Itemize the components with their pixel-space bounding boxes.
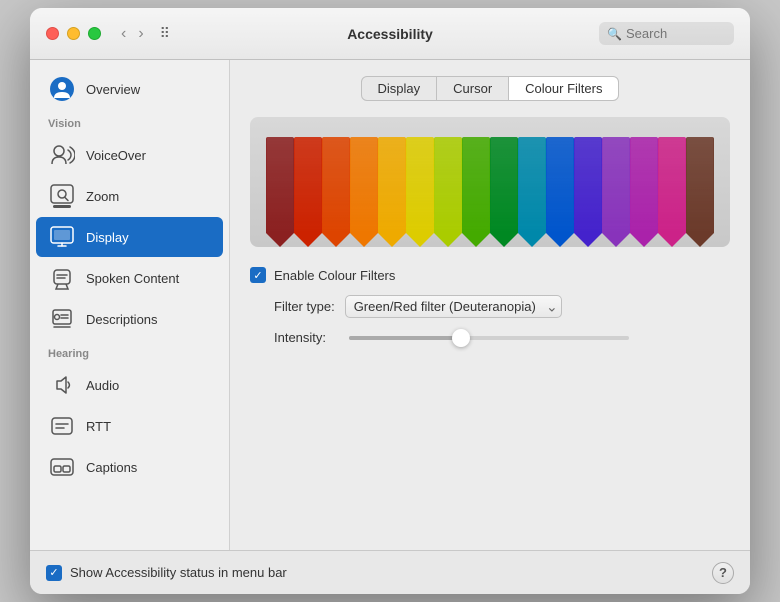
help-button[interactable]: ?	[712, 562, 734, 584]
sidebar-item-zoom[interactable]: Zoom	[36, 176, 223, 216]
tab-cursor[interactable]: Cursor	[436, 76, 509, 101]
forward-button[interactable]: ›	[134, 23, 147, 45]
pencil	[294, 137, 322, 247]
sidebar-item-label: VoiceOver	[86, 148, 146, 163]
search-input[interactable]	[626, 26, 726, 41]
minimize-button[interactable]	[67, 27, 80, 40]
pencil	[350, 137, 378, 247]
sidebar-item-overview[interactable]: Overview	[36, 69, 223, 109]
nav-buttons: ‹ ›	[117, 23, 148, 45]
rtt-icon	[48, 412, 76, 440]
enable-filter-row: ✓ Enable Colour Filters	[250, 267, 730, 283]
traffic-lights	[46, 27, 101, 40]
captions-icon	[48, 453, 76, 481]
sidebar-item-rtt[interactable]: RTT	[36, 406, 223, 446]
sidebar-item-voiceover[interactable]: VoiceOver	[36, 135, 223, 175]
pencils-container	[266, 127, 714, 247]
intensity-slider-track[interactable]	[349, 336, 629, 340]
sidebar-item-captions[interactable]: Captions	[36, 447, 223, 487]
pencil	[406, 137, 434, 247]
pencil	[658, 137, 686, 247]
sidebar-item-descriptions[interactable]: Descriptions	[36, 299, 223, 339]
pencil	[686, 137, 714, 247]
pencil	[546, 137, 574, 247]
intensity-slider-fill	[349, 336, 461, 340]
window-title: Accessibility	[347, 26, 433, 42]
pencil	[462, 137, 490, 247]
filter-section: ✓ Enable Colour Filters Filter type: Gre…	[250, 267, 730, 345]
display-icon	[48, 223, 76, 251]
statusbar: ✓ Show Accessibility status in menu bar …	[30, 550, 750, 594]
pencil	[266, 137, 294, 247]
search-icon: 🔍	[607, 27, 622, 41]
sidebar-item-spoken-content[interactable]: Spoken Content	[36, 258, 223, 298]
pencil	[434, 137, 462, 247]
show-status-label: Show Accessibility status in menu bar	[70, 565, 287, 580]
voiceover-icon	[48, 141, 76, 169]
sidebar-item-label: Zoom	[86, 189, 119, 204]
filter-type-select-wrapper: Green/Red filter (Deuteranopia)Red/Green…	[345, 295, 562, 318]
titlebar: ‹ › ⠿ Accessibility 🔍	[30, 8, 750, 60]
pencil	[378, 137, 406, 247]
pencil	[322, 137, 350, 247]
pencil	[602, 137, 630, 247]
sidebar: Overview Vision VoiceOver	[30, 60, 230, 550]
enable-checkbox[interactable]: ✓	[250, 267, 266, 283]
hearing-header: Hearing	[30, 340, 229, 364]
pencil	[518, 137, 546, 247]
intensity-slider-thumb[interactable]	[452, 329, 470, 347]
content-area: Overview Vision VoiceOver	[30, 60, 750, 550]
close-button[interactable]	[46, 27, 59, 40]
pencil-display	[250, 117, 730, 247]
pencil	[490, 137, 518, 247]
filter-type-row: Filter type: Green/Red filter (Deuterano…	[274, 295, 730, 318]
show-status-checkbox[interactable]: ✓	[46, 565, 62, 581]
grid-icon: ⠿	[160, 25, 170, 42]
sidebar-item-label: Captions	[86, 460, 137, 475]
sidebar-item-display[interactable]: Display	[36, 217, 223, 257]
spoken-content-icon	[48, 264, 76, 292]
pencil	[574, 137, 602, 247]
vision-header: Vision	[30, 110, 229, 134]
zoom-icon	[48, 182, 76, 210]
audio-icon	[48, 371, 76, 399]
sidebar-item-label: Overview	[86, 82, 140, 97]
enable-label: Enable Colour Filters	[274, 268, 395, 283]
back-button[interactable]: ‹	[117, 23, 130, 45]
filter-type-label: Filter type:	[274, 299, 335, 314]
sidebar-item-label: Audio	[86, 378, 119, 393]
sidebar-item-label: Spoken Content	[86, 271, 179, 286]
fullscreen-button[interactable]	[88, 27, 101, 40]
tab-colour-filters[interactable]: Colour Filters	[508, 76, 619, 101]
filter-type-select[interactable]: Green/Red filter (Deuteranopia)Red/Green…	[345, 295, 562, 318]
sidebar-item-label: Descriptions	[86, 312, 158, 327]
status-checkbox-wrapper[interactable]: ✓ Show Accessibility status in menu bar	[46, 565, 287, 581]
sidebar-item-label: Display	[86, 230, 129, 245]
search-box[interactable]: 🔍	[599, 22, 734, 45]
main-panel: Display Cursor Colour Filters ✓ Enable C…	[230, 60, 750, 550]
intensity-label: Intensity:	[274, 330, 339, 345]
pencil	[630, 137, 658, 247]
intensity-row: Intensity:	[274, 330, 730, 345]
sidebar-item-audio[interactable]: Audio	[36, 365, 223, 405]
enable-checkbox-wrapper[interactable]: ✓ Enable Colour Filters	[250, 267, 395, 283]
tab-display[interactable]: Display	[361, 76, 438, 101]
overview-icon	[48, 75, 76, 103]
tabs: Display Cursor Colour Filters	[250, 76, 730, 101]
sidebar-item-label: RTT	[86, 419, 111, 434]
main-window: ‹ › ⠿ Accessibility 🔍 Overview	[30, 8, 750, 594]
descriptions-icon	[48, 305, 76, 333]
